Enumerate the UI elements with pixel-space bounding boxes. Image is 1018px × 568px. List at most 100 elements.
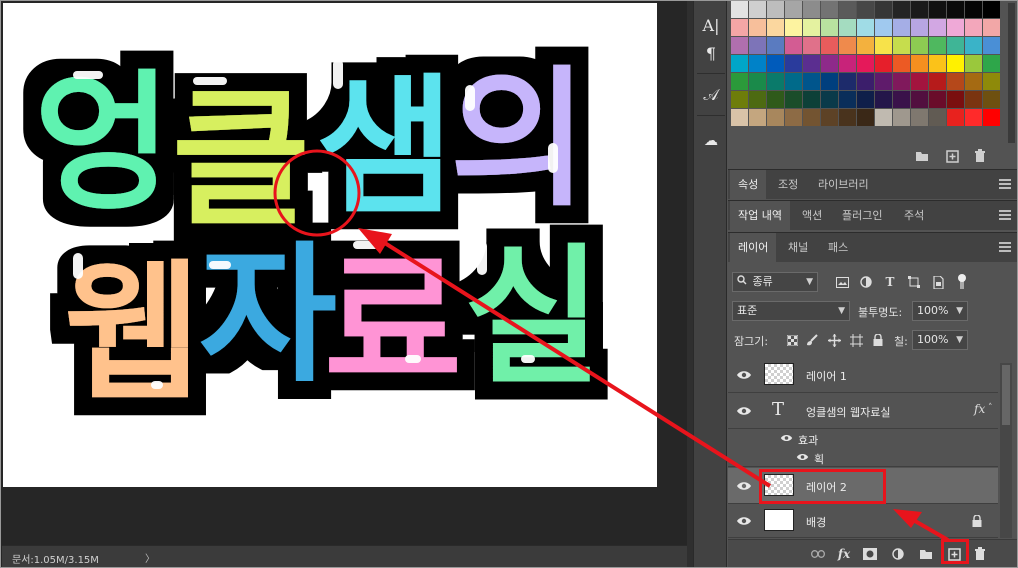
color-swatch[interactable] — [731, 55, 748, 72]
color-swatch[interactable] — [929, 55, 946, 72]
color-swatch[interactable] — [749, 19, 766, 36]
color-swatch[interactable] — [749, 109, 766, 126]
tab-properties[interactable]: 속성 — [730, 170, 767, 200]
lock-pixels-brush-icon[interactable] — [804, 332, 820, 348]
color-swatch[interactable] — [821, 109, 838, 126]
layer-row-background[interactable]: 배경 — [728, 504, 998, 538]
color-swatch[interactable] — [857, 37, 874, 54]
color-swatch[interactable] — [767, 109, 784, 126]
color-swatch[interactable] — [911, 37, 928, 54]
color-swatch[interactable] — [893, 73, 910, 90]
color-swatch[interactable] — [965, 1, 982, 18]
color-swatch[interactable] — [875, 37, 892, 54]
color-swatch[interactable] — [965, 109, 982, 126]
color-swatch[interactable] — [731, 91, 748, 108]
color-swatch[interactable] — [893, 55, 910, 72]
color-swatch[interactable] — [947, 91, 964, 108]
color-swatch[interactable] — [749, 91, 766, 108]
stroke-effect-row[interactable]: 획 — [728, 448, 998, 467]
layer-filter-select[interactable]: 종류 ▼ — [732, 272, 818, 292]
add-layer-style-fx-icon[interactable]: fx — [836, 546, 852, 562]
document-canvas[interactable]: 엉 클 샘 의 웹 자 료 실 — [3, 3, 657, 487]
lock-position-move-icon[interactable] — [826, 332, 842, 348]
color-swatch[interactable] — [965, 73, 982, 90]
color-swatch[interactable] — [749, 55, 766, 72]
color-swatch[interactable] — [785, 91, 802, 108]
color-swatch[interactable] — [911, 91, 928, 108]
color-swatch[interactable] — [821, 19, 838, 36]
new-layer-icon[interactable] — [946, 546, 962, 562]
color-swatch[interactable] — [893, 109, 910, 126]
color-swatch[interactable] — [947, 37, 964, 54]
color-swatch[interactable] — [929, 1, 946, 18]
smart-object-filter-icon[interactable] — [930, 274, 946, 290]
blend-mode-select[interactable]: 표준 ▼ — [732, 301, 850, 321]
color-swatch[interactable] — [875, 19, 892, 36]
color-swatch[interactable] — [875, 73, 892, 90]
color-swatch[interactable] — [929, 73, 946, 90]
color-swatch[interactable] — [839, 55, 856, 72]
shape-filter-icon[interactable] — [906, 274, 922, 290]
visibility-eye-icon[interactable] — [736, 369, 752, 381]
color-swatch[interactable] — [767, 55, 784, 72]
lock-transparency-icon[interactable] — [784, 332, 800, 348]
color-swatch[interactable] — [857, 19, 874, 36]
panel-menu-icon[interactable] — [999, 210, 1011, 222]
color-swatch[interactable] — [929, 19, 946, 36]
color-swatch[interactable] — [875, 1, 892, 18]
color-swatch[interactable] — [893, 1, 910, 18]
color-swatch[interactable] — [929, 109, 946, 126]
color-swatch[interactable] — [749, 1, 766, 18]
status-menu-arrow-icon[interactable]: 〉 — [145, 550, 155, 565]
visibility-eye-icon[interactable] — [736, 405, 752, 417]
color-swatch[interactable] — [965, 91, 982, 108]
color-swatch[interactable] — [767, 19, 784, 36]
color-swatch[interactable] — [857, 91, 874, 108]
color-swatch[interactable] — [803, 73, 820, 90]
tab-libraries[interactable]: 라이브러리 — [810, 170, 877, 200]
tab-history[interactable]: 작업 내역 — [730, 201, 790, 231]
color-swatch[interactable] — [965, 37, 982, 54]
pixel-filter-icon[interactable] — [834, 274, 850, 290]
color-swatch[interactable] — [821, 37, 838, 54]
type-filter-icon[interactable]: T — [882, 274, 898, 290]
color-swatch[interactable] — [947, 55, 964, 72]
swatches-scrollbar[interactable] — [1008, 3, 1015, 143]
lock-artboard-icon[interactable] — [848, 332, 864, 348]
tab-layers[interactable]: 레이어 — [730, 233, 777, 263]
opacity-input[interactable]: 100% ▼ — [912, 301, 968, 321]
color-swatch[interactable] — [875, 91, 892, 108]
filter-toggle-icon[interactable] — [954, 273, 970, 289]
delete-layer-trash-icon[interactable] — [972, 546, 988, 562]
color-swatch[interactable] — [803, 1, 820, 18]
color-swatch[interactable] — [983, 73, 1000, 90]
color-swatch[interactable] — [983, 91, 1000, 108]
color-swatch[interactable] — [947, 19, 964, 36]
color-swatch[interactable] — [857, 73, 874, 90]
color-swatch[interactable] — [767, 73, 784, 90]
color-swatch[interactable] — [821, 91, 838, 108]
color-swatch[interactable] — [911, 19, 928, 36]
effects-row[interactable]: 효과 — [728, 429, 998, 448]
link-layers-icon[interactable] — [810, 546, 826, 562]
visibility-eye-icon[interactable] — [780, 433, 793, 443]
scrollbar-thumb[interactable] — [1002, 365, 1010, 425]
glyphs-panel-icon[interactable]: 𝒜 — [698, 83, 724, 107]
color-swatch[interactable] — [875, 55, 892, 72]
paragraph-panel-icon[interactable]: ¶ — [698, 41, 724, 65]
color-swatch[interactable] — [785, 109, 802, 126]
color-swatch[interactable] — [929, 91, 946, 108]
chevron-down-icon[interactable]: ▼ — [956, 331, 963, 349]
color-swatch[interactable] — [965, 19, 982, 36]
fill-input[interactable]: 100% ▼ — [912, 330, 968, 350]
color-swatch[interactable] — [749, 73, 766, 90]
layer-row-layer2-selected[interactable]: 레이어 2 — [728, 468, 998, 504]
color-swatch[interactable] — [929, 37, 946, 54]
color-swatch[interactable] — [911, 55, 928, 72]
layers-scrollbar[interactable] — [1000, 363, 1012, 538]
libraries-panel-icon[interactable]: ☁ — [698, 129, 724, 153]
color-swatch[interactable] — [839, 37, 856, 54]
color-swatch[interactable] — [911, 73, 928, 90]
chevron-down-icon[interactable]: ▼ — [956, 302, 963, 320]
color-swatch[interactable] — [857, 109, 874, 126]
